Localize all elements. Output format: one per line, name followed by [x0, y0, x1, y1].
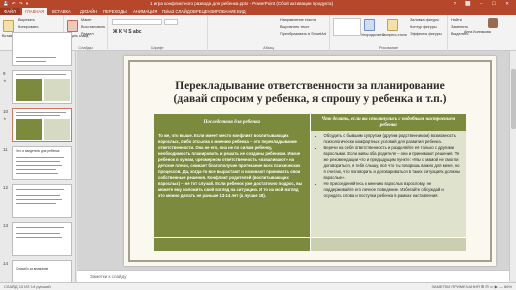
scrollbar-thumb[interactable]	[511, 69, 516, 129]
list-item: Беречи на себя ответственность и разделя…	[324, 145, 463, 181]
status-bar: СЛАЙД 10 ИЗ 14 русский ЗАМЕТКИ ПРИМЕЧАНИ…	[0, 282, 516, 290]
shape-fill-button[interactable]: Заливка фигуры	[410, 18, 439, 22]
tab-slideshow[interactable]: ПokaЗ СЛАЙДОВ	[162, 8, 196, 15]
shape-effects-button[interactable]: Эффекты фигуры	[410, 32, 442, 36]
animation-star-icon: ★	[3, 116, 7, 121]
tab-review[interactable]: РЕЦЕНЗИРОВАНИЕ	[196, 8, 236, 15]
window-title: 1 игра конфликтного развода для ребенка.…	[150, 1, 334, 6]
group-label: Рисование	[378, 46, 399, 50]
title-bar: 💾 ↶ ↷ ▾ 1 игра конфликтного развода для …	[0, 0, 516, 7]
table-header-left: Последствия для ребенка	[154, 114, 311, 131]
quick-access-toolbar[interactable]: 💾 ↶ ↷ ▾	[3, 0, 29, 7]
slide-thumbnail[interactable]	[12, 222, 72, 256]
shape-outline-button[interactable]: Контур фигуры	[410, 25, 437, 29]
cut-button[interactable]: Вырезать	[18, 18, 35, 22]
tab-transitions[interactable]: ПЕРЕХОДЫ	[103, 8, 127, 15]
font-style-buttons[interactable]: Ж К Ч S abc	[113, 29, 142, 35]
align-text-button[interactable]: Выровнять текст	[280, 25, 310, 29]
slide-number: 10	[3, 109, 9, 114]
table-cell-consequences[interactable]: То же, что выше. Если имеет место конфли…	[154, 131, 311, 237]
list-item: Не присоединяйтесь к мнению взрослых взр…	[324, 181, 463, 199]
thumbnail-row[interactable]: 9 ★	[0, 69, 76, 105]
tab-insert[interactable]: ВСТАВКА	[52, 8, 71, 15]
slide-canvas[interactable]: Перекладывание ответственности за планир…	[124, 56, 496, 266]
table-cell-empty[interactable]	[310, 236, 466, 251]
thumbnail-row[interactable]: 13	[0, 221, 76, 257]
slide-number: 9	[3, 71, 6, 76]
window-controls[interactable]: ? ⬜ – ☐ ✕	[454, 0, 513, 7]
slide-thumbnails-panel: 9 ★ 10 ★ 11 Что и свидетель для ребенка	[0, 32, 76, 290]
text-direction-button[interactable]: Направление текста	[280, 18, 316, 22]
thumbnail-title: Что и свидетель для ребенка	[16, 149, 60, 153]
slide-number: 14	[3, 261, 9, 266]
notes-placeholder: Заметки к слайду	[90, 274, 127, 279]
ribbon-tabs: ФАЙЛ ГЛАВНАЯ ВСТАВКА ДИЗАЙН ПЕРЕХОДЫ АНИ…	[0, 7, 516, 15]
table-cell-empty[interactable]	[154, 236, 311, 251]
slide-title-line1: Перекладывание ответственности за планир…	[175, 80, 445, 92]
avatar[interactable]	[488, 18, 498, 28]
thumbnail-title: Спасибо за внимание	[16, 267, 49, 271]
slide-number: 11	[3, 147, 8, 152]
find-button[interactable]: Найти	[451, 18, 462, 22]
slide-number: 13	[3, 223, 9, 228]
ribbon: Вставить Вырезать Копировать Формат по о…	[0, 15, 516, 51]
font-name-box[interactable]	[112, 19, 162, 25]
group-paragraph: Направление текста Выровнять текст Преоб…	[208, 15, 330, 51]
slide-thumbnail[interactable]	[12, 184, 72, 218]
layout-button[interactable]: Макет	[81, 18, 92, 22]
group-label: Абзац	[263, 46, 274, 50]
reset-button[interactable]: Восстановить	[81, 25, 105, 29]
tab-home[interactable]: ГЛАВНАЯ	[22, 8, 48, 15]
arrange-button[interactable]: Упорядочить	[361, 33, 384, 37]
group-drawing: Упорядочить Экспресс-стили Заливка фигур…	[330, 15, 448, 51]
quick-styles-icon[interactable]	[387, 19, 398, 31]
font-size-box[interactable]	[164, 19, 178, 25]
tab-file[interactable]: ФАЙЛ	[0, 8, 20, 15]
smartart-button[interactable]: Преобразовать в SmartArt	[280, 32, 326, 36]
status-slide-info: СЛАЙД 10 ИЗ 14 русский	[4, 284, 51, 289]
slide-thumbnail[interactable]	[12, 32, 72, 66]
content-table[interactable]: Последствия для ребенка Что делать, если…	[154, 114, 466, 251]
slide-thumbnail[interactable]	[12, 108, 72, 142]
group-label: Шрифт	[151, 46, 164, 50]
arrange-icon[interactable]	[364, 19, 375, 31]
slide-edit-area: Перекладывание ответственности за планир…	[77, 51, 516, 281]
vertical-scrollbar[interactable]	[509, 51, 516, 281]
notes-pane[interactable]: Заметки к слайду	[77, 270, 509, 282]
tab-design[interactable]: ДИЗАЙН	[80, 8, 97, 15]
replace-button[interactable]: Заменить	[451, 25, 468, 29]
slide-thumbnail[interactable]	[12, 70, 72, 104]
thumbnail-row[interactable]: 11 Что и свидетель для ребенка	[0, 145, 76, 181]
thumbnail-row[interactable]	[0, 31, 76, 67]
slide-number: 12	[3, 185, 9, 190]
shapes-gallery[interactable]	[333, 18, 361, 36]
status-view-controls[interactable]: ЗАМЕТКИ ПРИМЕЧАНИЯ ⊞ ⊟ ▭ ▶ — 66%	[432, 283, 512, 290]
tab-view[interactable]: ВИД	[237, 8, 246, 15]
tab-animations[interactable]: АНИМАЦИЯ	[133, 8, 157, 15]
recommendation-list: Обсудить с бывшим супругом (другим родст…	[315, 133, 463, 199]
user-name[interactable]: Анна Колпакова	[464, 30, 491, 34]
copy-button[interactable]: Копировать	[18, 25, 38, 29]
table-header-right: Что делать, если вы столкнулись с подобн…	[310, 114, 466, 131]
group-font: Ж К Ч S abc Шрифт	[108, 15, 208, 51]
slide-title[interactable]: Перекладывание ответственности за планир…	[144, 80, 476, 105]
section-button[interactable]: Раздел	[81, 32, 94, 36]
table-cell-recommendations[interactable]: Обсудить с бывшим супругом (другим родст…	[310, 131, 466, 237]
powerpoint-window: 💾 ↶ ↷ ▾ 1 игра конфликтного развода для …	[0, 0, 516, 290]
quick-styles-button[interactable]: Экспресс-стили	[382, 33, 407, 37]
animation-star-icon: ★	[3, 78, 7, 83]
thumbnail-row[interactable]: 12	[0, 183, 76, 219]
slide-title-line2: (давай спросим у ребенка, я спрошу у реб…	[173, 92, 447, 105]
list-item: Обсудить с бывшим супругом (другим родст…	[324, 133, 463, 145]
thumbnail-row-selected[interactable]: 10 ★	[0, 107, 76, 143]
slide-thumbnail[interactable]: Что и свидетель для ребенка	[12, 146, 72, 180]
